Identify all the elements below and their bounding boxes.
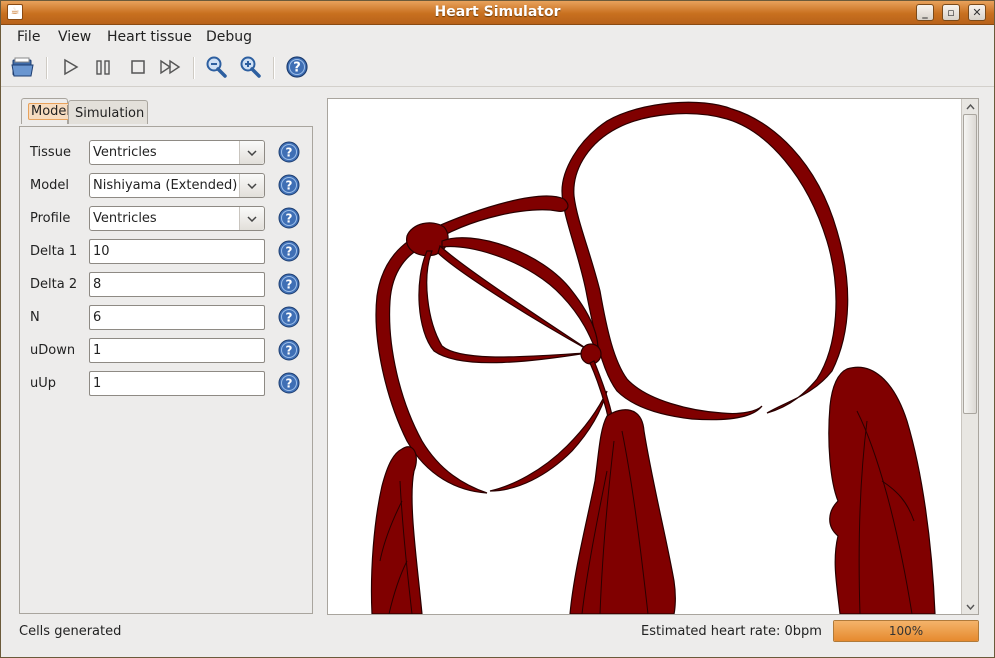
vertical-scrollbar[interactable] <box>961 99 978 614</box>
atrioventricular-node <box>580 343 602 365</box>
profile-select[interactable]: Ventricles <box>89 206 265 231</box>
model-select[interactable]: Nishiyama (Extended) <box>89 173 265 198</box>
play-icon <box>64 58 79 76</box>
scroll-up-arrow-icon[interactable] <box>962 99 978 114</box>
zoom-in-icon <box>240 56 261 78</box>
menu-bar: File View Heart tissue Debug <box>1 25 994 49</box>
help-icon[interactable]: ? <box>278 207 300 229</box>
delta2-label: Delta 2 <box>30 277 78 292</box>
progress-bar: 100% <box>833 620 979 642</box>
n-field-box <box>89 305 265 330</box>
play-button[interactable] <box>57 54 83 80</box>
delta2-input[interactable] <box>93 274 258 295</box>
profile-value: Ventricles <box>93 211 157 226</box>
help-icon[interactable]: ? <box>278 339 300 361</box>
svg-text:?: ? <box>286 179 293 193</box>
help-button[interactable]: ? <box>284 54 310 80</box>
minimize-button[interactable]: _ <box>916 4 934 21</box>
menu-view[interactable]: View <box>58 29 91 45</box>
tissue-select[interactable]: Ventricles <box>89 140 265 165</box>
help-icon: ? <box>286 56 308 78</box>
zoom-out-button[interactable] <box>203 54 229 80</box>
close-button[interactable]: ✕ <box>968 4 986 21</box>
profile-label: Profile <box>30 211 71 226</box>
open-icon <box>11 57 34 77</box>
chevron-down-icon[interactable] <box>239 174 264 197</box>
stop-button[interactable] <box>125 54 151 80</box>
tissue-label: Tissue <box>30 145 71 160</box>
pause-icon <box>96 60 110 75</box>
status-message: Cells generated <box>19 624 122 639</box>
progress-text: 100% <box>888 624 924 638</box>
n-input[interactable] <box>93 307 258 328</box>
tab-simulation[interactable]: Simulation <box>68 100 148 124</box>
maximize-button[interactable]: ▫ <box>942 4 960 21</box>
udown-field-box <box>89 338 265 363</box>
help-icon[interactable]: ? <box>278 174 300 196</box>
app-window: ☕ Heart Simulator _ ▫ ✕ File View Heart … <box>0 0 995 658</box>
chevron-down-icon[interactable] <box>239 141 264 164</box>
heart-tissue-drawing <box>370 101 936 614</box>
menu-file[interactable]: File <box>17 29 40 45</box>
model-label: Model <box>30 178 70 193</box>
internodal-tract <box>418 250 588 364</box>
udown-input[interactable] <box>93 340 258 361</box>
menu-heart-tissue[interactable]: Heart tissue <box>107 29 192 45</box>
delta1-label: Delta 1 <box>30 244 78 259</box>
atrial-connector <box>489 390 608 492</box>
heart-canvas[interactable] <box>327 98 979 615</box>
scrollbar-thumb[interactable] <box>963 114 977 414</box>
tab-model[interactable]: Model <box>21 98 74 124</box>
model-settings-panel <box>19 126 313 614</box>
delta2-field-box <box>89 272 265 297</box>
zoom-out-icon <box>206 56 227 78</box>
svg-text:?: ? <box>286 146 293 160</box>
svg-text:?: ? <box>286 344 293 358</box>
scroll-down-arrow-icon[interactable] <box>962 599 978 614</box>
udown-label: uDown <box>30 343 76 358</box>
svg-text:?: ? <box>286 311 293 325</box>
menu-debug[interactable]: Debug <box>206 29 252 45</box>
chevron-down-icon[interactable] <box>239 207 264 230</box>
uup-input[interactable] <box>93 373 258 394</box>
uup-field-box <box>89 371 265 396</box>
window-title: Heart Simulator <box>434 4 561 20</box>
tissue-value: Ventricles <box>93 145 157 160</box>
right-ventricle <box>828 366 936 614</box>
zoom-in-button[interactable] <box>237 54 263 80</box>
n-label: N <box>30 310 40 325</box>
help-icon[interactable]: ? <box>278 240 300 262</box>
toolbar: ? <box>1 49 994 87</box>
title-bar[interactable]: ☕ Heart Simulator _ ▫ ✕ <box>1 1 994 25</box>
left-ventricle <box>370 446 423 614</box>
fast-forward-button[interactable] <box>158 54 184 80</box>
help-icon[interactable]: ? <box>278 141 300 163</box>
svg-text:?: ? <box>286 377 293 391</box>
internodal-tract <box>441 237 599 355</box>
help-icon[interactable]: ? <box>278 306 300 328</box>
svg-text:?: ? <box>286 212 293 226</box>
svg-text:?: ? <box>286 245 293 259</box>
open-button[interactable] <box>10 54 36 80</box>
help-icon[interactable]: ? <box>278 273 300 295</box>
model-value: Nishiyama (Extended) <box>93 178 238 193</box>
delta1-input[interactable] <box>93 241 258 262</box>
pause-button[interactable] <box>90 54 116 80</box>
right-atrium <box>561 101 849 421</box>
fast-forward-icon <box>160 59 181 75</box>
svg-text:?: ? <box>293 61 301 76</box>
svg-text:?: ? <box>286 278 293 292</box>
help-icon[interactable]: ? <box>278 372 300 394</box>
uup-label: uUp <box>30 376 57 391</box>
delta1-field-box <box>89 239 265 264</box>
stop-icon <box>131 60 145 74</box>
heart-rate-readout: Estimated heart rate: 0bpm <box>641 624 822 639</box>
